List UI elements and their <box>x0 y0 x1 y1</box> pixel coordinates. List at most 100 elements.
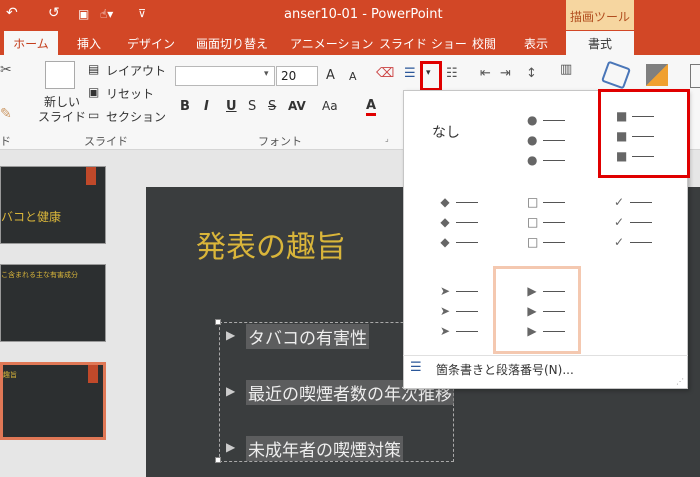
triangle-bullet-icon: ▶ <box>527 304 537 318</box>
tab-review[interactable]: 校閲 <box>472 35 496 52</box>
slide-bullet-1[interactable]: タバコの有害性 <box>246 324 369 349</box>
tab-view[interactable]: 表示 <box>524 35 548 52</box>
columns-icon[interactable]: ▥ <box>560 62 572 77</box>
cut-icon[interactable]: ✂ <box>0 62 12 78</box>
slide-thumbnail-2[interactable]: こ含まれる主な有害成分 <box>0 264 106 342</box>
bullet-arrow-icon: ▶ <box>226 384 236 398</box>
bullets-icon[interactable]: ☰ <box>404 66 416 81</box>
slideshow-icon[interactable]: ▣ <box>78 7 89 21</box>
grow-font-icon[interactable]: A <box>326 68 335 83</box>
bullets-dropdown-icon[interactable]: ▾ <box>426 68 431 78</box>
shadow-button[interactable]: S <box>248 99 256 114</box>
decrease-indent-icon[interactable]: ⇤ <box>480 66 491 81</box>
triangle-bullet-list: ▶ ▶ ▶ <box>527 281 565 341</box>
bold-button[interactable]: B <box>180 99 190 114</box>
triangle-bullet-icon: ▶ <box>527 324 537 338</box>
diamond-bullet-icon: ◆ <box>440 215 450 229</box>
square-bullet-icon: ■ <box>616 129 628 143</box>
resize-handle[interactable] <box>215 457 221 463</box>
square-bullet-icon: ■ <box>616 149 628 163</box>
underline-button[interactable]: U <box>226 99 237 114</box>
clear-formatting-icon[interactable]: ⌫ <box>376 66 394 81</box>
tab-transitions[interactable]: 画面切り替え <box>196 35 268 52</box>
font-name-field[interactable] <box>175 66 275 86</box>
layout-icon: ▤ <box>88 62 100 76</box>
bullets-and-numbering-menu-item[interactable]: 箇条書きと段落番号(N)... <box>436 361 574 378</box>
font-name-dropdown-icon[interactable]: ▾ <box>264 69 269 79</box>
arrange-icon[interactable] <box>646 64 668 86</box>
italic-button[interactable]: I <box>204 99 209 114</box>
bullet-arrow-icon: ▶ <box>226 328 236 342</box>
tab-format[interactable]: 書式 <box>566 31 634 55</box>
numbering-icon[interactable]: ☷ <box>446 66 458 81</box>
thumbnail-accent-bar <box>86 167 96 185</box>
arrowhead-bullet-icon: ➤ <box>440 304 451 318</box>
hollow-square-bullet-icon: □ <box>527 195 539 209</box>
square-bullet-icon: ■ <box>616 109 628 123</box>
bullet-option-filled-round[interactable]: ● ● ● <box>527 110 565 170</box>
touch-mode-icon[interactable]: ☝▾ <box>100 7 113 21</box>
slide-title[interactable]: 発表の趣旨 <box>196 222 346 266</box>
thumbnail-title: こ含まれる主な有害成分 <box>1 271 78 279</box>
diamond-bullet-icon: ◆ <box>440 235 450 249</box>
increase-indent-icon[interactable]: ⇥ <box>500 66 511 81</box>
shrink-font-icon[interactable]: A <box>349 70 357 83</box>
round-bullet-icon: ● <box>527 133 538 147</box>
slide-thumbnail-1[interactable]: バコと健康 <box>0 166 106 244</box>
new-slide-icon[interactable] <box>45 61 75 89</box>
bullets-dropdown-highlight <box>420 61 442 91</box>
slide-group-label: スライド <box>84 135 128 148</box>
slide-bullet-3[interactable]: 未成年者の喫煙対策 <box>246 436 403 461</box>
customize-qat-icon[interactable]: ⊽ <box>138 7 146 20</box>
contextual-tab-label: 描画ツール <box>569 10 630 24</box>
resize-handle[interactable] <box>215 319 221 325</box>
hollow-square-bullet-icon: □ <box>527 215 539 229</box>
tab-slideshow[interactable]: スライド ショー <box>379 35 467 52</box>
tab-insert[interactable]: 挿入 <box>77 35 101 52</box>
layout-button[interactable]: レイアウト <box>106 62 166 79</box>
line-spacing-icon[interactable]: ↕ <box>526 66 537 81</box>
font-dialog-launcher-icon[interactable]: ⌟ <box>385 134 389 143</box>
reset-button[interactable]: リセット <box>106 85 154 102</box>
bullet-option-diamond[interactable]: ◆ ◆ ◆ <box>440 192 478 252</box>
thumbnail-accent-bar <box>88 365 98 383</box>
thumbnail-title: バコと健康 <box>1 210 62 224</box>
undo-icon[interactable]: ↶ <box>6 5 18 21</box>
bullet-option-arrowhead[interactable]: ➤ ➤ ➤ <box>440 281 478 341</box>
bullet-arrow-icon: ▶ <box>226 440 236 454</box>
document-title: anser10-01 - PowerPoint <box>284 7 443 22</box>
section-icon: ▭ <box>88 108 100 122</box>
reset-icon: ▣ <box>88 85 100 99</box>
slide-thumbnail-3-selected[interactable]: 趣旨 <box>0 362 106 440</box>
quick-styles-icon[interactable] <box>690 64 700 88</box>
tab-design[interactable]: デザイン <box>127 35 175 52</box>
section-button[interactable]: セクション <box>106 108 166 125</box>
change-case-button[interactable]: Aa <box>322 99 338 113</box>
hollow-square-bullet-icon: □ <box>527 235 539 249</box>
character-spacing-button[interactable]: AV <box>288 99 306 113</box>
thumbnail-title: 趣旨 <box>3 371 17 379</box>
strikethrough-button[interactable]: S <box>268 99 276 114</box>
bullet-option-none[interactable]: なし <box>432 122 460 142</box>
check-bullet-icon: ✓ <box>614 235 625 249</box>
arrowhead-bullet-icon: ➤ <box>440 324 451 338</box>
font-size-field[interactable]: 20 <box>276 66 318 86</box>
check-bullet-icon: ✓ <box>614 195 625 209</box>
format-painter-icon[interactable]: ✎ <box>0 106 12 122</box>
font-group-label: フォント <box>258 135 302 148</box>
redo-icon[interactable]: ↺ <box>48 5 60 21</box>
diamond-bullet-icon: ◆ <box>440 195 450 209</box>
check-bullet-icon: ✓ <box>614 215 625 229</box>
round-bullet-icon: ● <box>527 113 538 127</box>
bullet-option-filled-square[interactable]: ■ ■ ■ <box>616 106 654 166</box>
font-color-button[interactable]: A <box>366 99 377 116</box>
round-bullet-icon: ● <box>527 153 538 167</box>
triangle-bullet-icon: ▶ <box>527 284 537 298</box>
tab-animations[interactable]: アニメーション <box>290 35 374 52</box>
tab-home[interactable]: ホーム <box>4 31 58 55</box>
bullet-option-check-mark[interactable]: ✓ ✓ ✓ <box>614 192 652 252</box>
resize-grip-icon[interactable]: ⋰ <box>676 377 684 386</box>
bullet-option-hollow-square[interactable]: □ □ □ <box>527 192 565 252</box>
new-slide-button[interactable]: 新しい スライド <box>38 95 86 125</box>
arrowhead-bullet-icon: ➤ <box>440 284 451 298</box>
